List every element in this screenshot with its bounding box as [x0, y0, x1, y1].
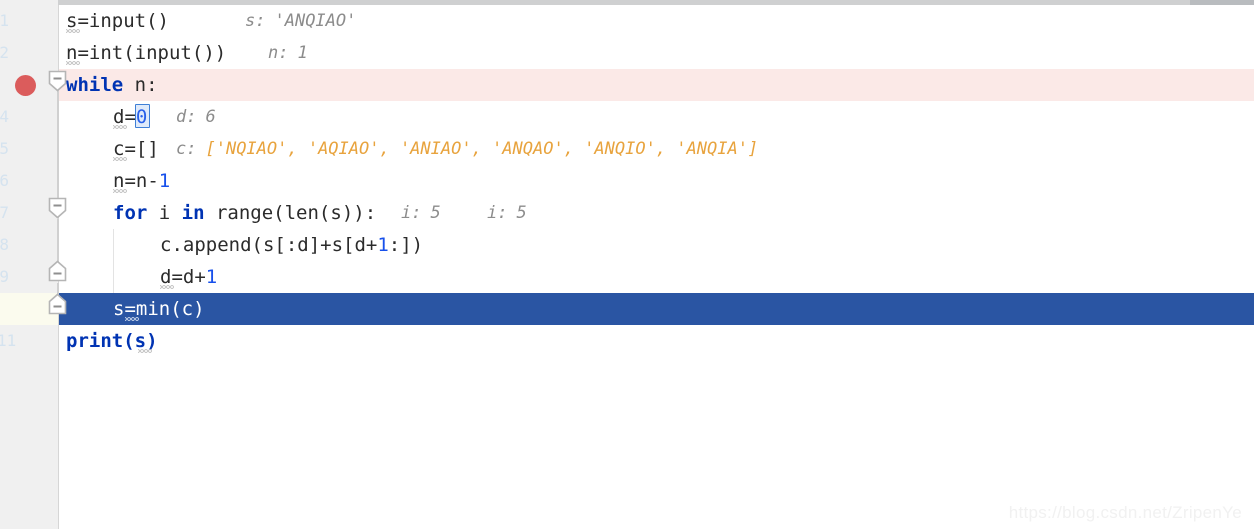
line-code-cell: [59, 5, 1254, 37]
hint-value: 5: [430, 203, 441, 223]
code-line-5[interactable]: c=[] c: ['NQIAO', 'AQIAO', 'ANIAO', 'ANQA…: [0, 133, 1254, 165]
line-gutter-cell: [0, 37, 58, 69]
watermark-text: https://blog.csdn.net/ZripenYe: [1008, 503, 1242, 522]
code-line-8[interactable]: c.append(s[:d]+s[d+1:]): [0, 229, 1254, 261]
line-gutter-cell: [0, 101, 58, 133]
line-code-cell: [59, 165, 1254, 197]
code-line-7[interactable]: for i in range(len(s)): i: 5 i: 5: [0, 197, 1254, 229]
inline-hint-line-5: c: ['NQIAO', 'AQIAO', 'ANIAO', 'ANQAO', '…: [176, 133, 758, 165]
token-rest: range(len(s)):: [204, 202, 377, 224]
line-code-cell-selected: [59, 293, 1254, 325]
code-line-11[interactable]: print(s): [0, 325, 1254, 357]
hint-value: ['NQIAO', 'AQIAO', 'ANIAO', 'ANQAO', 'AN…: [205, 139, 759, 159]
token-function: input: [134, 42, 192, 64]
line-code-cell: [59, 69, 1254, 101]
indent-guide: [113, 229, 114, 293]
token-parens: (): [146, 10, 169, 32]
token-number: 1: [377, 234, 389, 256]
code-editor[interactable]: 1 2 3 4 5 6 7 8 9 10 11 s=input() s:'ANQ…: [0, 5, 1254, 529]
code-line-10-selected[interactable]: s=min(c): [0, 293, 1254, 325]
line-gutter-cell: [0, 165, 58, 197]
line-gutter-cell: [0, 5, 58, 37]
hint-value: 1: [297, 43, 308, 63]
fold-minus-icon-line-7[interactable]: [48, 197, 67, 219]
breakpoint-dot-icon[interactable]: [15, 75, 36, 96]
token-function: int: [88, 42, 124, 64]
code-line-6[interactable]: n=n-1: [0, 165, 1254, 197]
code-text-line-3: while n:: [66, 69, 158, 101]
code-text-line-1: s=input(): [66, 5, 169, 37]
inline-hint-line-4: d: 6: [176, 101, 216, 133]
spellcheck-squiggle: [160, 285, 174, 289]
spellcheck-squiggle: [125, 317, 139, 321]
spellcheck-squiggle: [66, 29, 80, 33]
hint-label: i:: [401, 203, 422, 223]
spellcheck-squiggle: [113, 125, 127, 129]
spellcheck-squiggle: [66, 61, 80, 65]
line-gutter-cell: [0, 133, 58, 165]
hint-label: i:: [487, 203, 508, 223]
code-line-4[interactable]: d=0 d: 6: [0, 101, 1254, 133]
fold-minus-icon-line-10[interactable]: [48, 293, 67, 315]
code-text-line-2: n=int(input()): [66, 37, 226, 69]
inline-hint-line-2: n: 1: [268, 37, 308, 69]
line-gutter-cell: [0, 325, 58, 357]
line-gutter-cell: [0, 229, 58, 261]
code-text-line-8: c.append(s[:d]+s[d+1:]): [160, 229, 423, 261]
code-line-1[interactable]: s=input() s: 'ANQIAO': [0, 5, 1254, 37]
fold-minus-icon-line-9[interactable]: [48, 260, 67, 282]
hint-label: c:: [176, 139, 197, 159]
hint-label: s:: [245, 11, 266, 31]
spellcheck-squiggle: [113, 157, 127, 161]
code-text-line-7: for i in range(len(s)):: [113, 197, 376, 229]
code-line-9[interactable]: d=d+1: [0, 261, 1254, 293]
fold-connector-line: [57, 91, 59, 201]
code-line-3[interactable]: while n:: [0, 69, 1254, 101]
spellcheck-squiggle: [113, 189, 127, 193]
token-keyword-in: in: [181, 202, 205, 224]
line-code-cell: [59, 37, 1254, 69]
token-keyword-for: for: [113, 202, 148, 224]
token-var: i: [147, 202, 182, 224]
hint-value: 'ANQIAO': [274, 11, 357, 31]
hint-label: d:: [176, 107, 197, 127]
inline-hint-line-1: s: 'ANQIAO': [245, 5, 356, 37]
spellcheck-squiggle: [138, 349, 152, 353]
hint-value: 5: [516, 203, 527, 223]
line-code-cell: [59, 325, 1254, 357]
line-code-cell: [59, 261, 1254, 293]
token-number: 1: [158, 170, 171, 192]
token-call: c.append(s[:d]+s[d+: [160, 234, 378, 256]
search-match-highlight: [135, 104, 150, 128]
token-rest: n:: [123, 74, 158, 96]
code-line-2[interactable]: n=int(input()) n: 1: [0, 37, 1254, 69]
fold-minus-icon-line-3[interactable]: [48, 70, 67, 92]
line-code-cell: [59, 101, 1254, 133]
token-keyword-while: while: [66, 74, 124, 96]
hint-value: 6: [205, 107, 216, 127]
inline-hint-line-7-a: i: 5: [401, 197, 441, 229]
hint-label: n:: [268, 43, 289, 63]
fold-connector-line: [57, 219, 59, 263]
token-rest: :]): [388, 234, 424, 256]
token-paren-open: (: [123, 42, 135, 64]
inline-hint-line-7-b: i: 5: [487, 197, 527, 229]
token-parens: ()): [191, 42, 227, 64]
token-number: 1: [205, 266, 218, 288]
token-function: input: [88, 10, 147, 32]
